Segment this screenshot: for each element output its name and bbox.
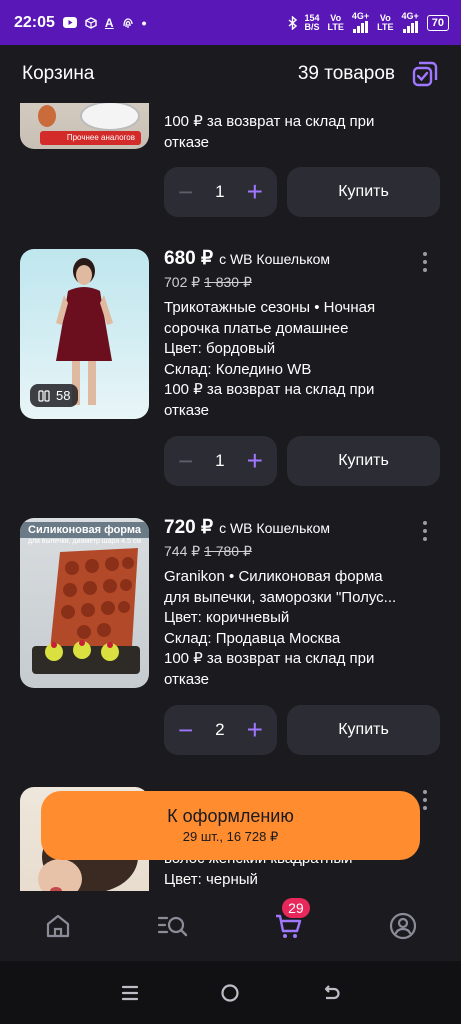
- youtube-icon: [62, 17, 77, 28]
- wallet-note: с WB Кошельком: [219, 520, 331, 536]
- return-note: 100 ₽ за возврат на склад при отказе: [164, 113, 375, 151]
- price-without-wallet: 744 ₽ 1 780 ₽: [164, 541, 404, 562]
- plus-icon[interactable]: +: [247, 178, 263, 206]
- price-row: 720 ₽ с WB Кошельком: [164, 517, 404, 539]
- price-regular: 744 ₽: [164, 542, 201, 559]
- product-info: 720 ₽ с WB Кошельком 744 ₽ 1 780 ₽ Grani…: [164, 517, 404, 690]
- checkout-label: К оформлению: [167, 806, 294, 826]
- fingerprint-icon: [122, 17, 133, 28]
- bottom-nav: 29: [0, 891, 461, 961]
- product-title[interactable]: Трикотажные сезоны • Ночная сорочка плать…: [164, 298, 404, 339]
- system-nav-bar: [0, 961, 461, 1024]
- system-status: 154 B/S Vo LTE 4G+ Vo LTE 4G+ 70: [288, 11, 449, 33]
- signal-bars-icon: [353, 21, 368, 33]
- product-info: 680 ₽ с WB Кошельком 702 ₽ 1 830 ₽ Трико…: [164, 248, 404, 421]
- image-subtitle: для выпечки, диаметр шара 4.5 см: [27, 538, 142, 545]
- price-row: 680 ₽ с WB Кошельком: [164, 248, 404, 270]
- recent-apps-icon[interactable]: [120, 983, 140, 1003]
- wallet-note: с WB Кошельком: [219, 251, 331, 267]
- bowl-shape: [80, 103, 140, 131]
- nav-home[interactable]: [38, 906, 78, 946]
- sim2-network: 4G+: [401, 11, 419, 21]
- sim1-network: 4G+: [351, 11, 370, 21]
- cart-list[interactable]: Прочнее аналогов 100 ₽ за возврат на скл…: [0, 103, 461, 891]
- notification-icons: A •: [62, 14, 147, 31]
- more-options-icon[interactable]: [418, 790, 432, 818]
- cart-count-badge: 29: [282, 898, 310, 918]
- checkout-summary: 29 шт., 16 728 ₽: [182, 829, 279, 844]
- sim1-volte: Vo LTE: [327, 13, 344, 32]
- price-without-wallet: 702 ₽ 1 830 ₽: [164, 272, 404, 293]
- quantity-stepper[interactable]: − 1 +: [164, 436, 277, 486]
- quantity-stepper[interactable]: − 2 +: [164, 705, 277, 755]
- buy-button[interactable]: Купить: [287, 167, 440, 217]
- bluetooth-icon: [288, 15, 297, 30]
- product-info: 100 ₽ за возврат на склад при отказе: [164, 112, 404, 153]
- product-color: Цвет: бордовый: [164, 340, 276, 357]
- nav-cart[interactable]: 29: [268, 898, 310, 946]
- price-old: 1 830 ₽: [204, 273, 252, 290]
- items-count: 39 товаров: [297, 63, 395, 84]
- product-image[interactable]: Прочнее аналогов: [20, 103, 149, 149]
- price: 720 ₽: [164, 517, 214, 538]
- product-image[interactable]: 58: [20, 249, 149, 419]
- product-color: Цвет: коричневый: [164, 609, 290, 626]
- signal-bars-icon: [402, 21, 418, 33]
- cart-header: Корзина 39 товаров: [0, 45, 461, 103]
- sim2-lte: LTE: [377, 21, 394, 32]
- more-options-icon[interactable]: [418, 252, 432, 280]
- net-speed-unit: B/S: [304, 21, 320, 32]
- product-warehouse: Склад: Коледино WB: [164, 360, 312, 378]
- product-image[interactable]: Силиконовая форма для выпечки, диаметр ш…: [20, 518, 149, 688]
- home-icon: [46, 914, 69, 938]
- return-note: 100 ₽ за возврат на склад при отказе: [164, 381, 375, 419]
- status-bar: 22:05 A • 154 B/S Vo LTE 4G+ Vo LTE 4G+ …: [0, 0, 461, 45]
- product-color: Цвет: черный: [164, 870, 258, 888]
- home-button-icon[interactable]: [220, 983, 240, 1003]
- quantity-value: 1: [215, 182, 225, 201]
- product-title[interactable]: Granikon • Силиконовая форма для выпечки,…: [164, 567, 404, 608]
- minus-icon[interactable]: −: [178, 717, 193, 743]
- net-speed: 154 B/S: [304, 13, 320, 32]
- sim2-signal: 4G+: [401, 11, 419, 33]
- package-icon: [85, 16, 97, 29]
- egg-shape: [38, 105, 56, 127]
- photo-count: 58: [56, 388, 71, 403]
- plus-icon[interactable]: +: [247, 716, 263, 744]
- more-options-icon[interactable]: [418, 521, 432, 549]
- quantity-value: 1: [215, 451, 225, 470]
- photo-count-badge: 58: [30, 384, 79, 407]
- product-image-banner: Прочнее аналогов: [40, 131, 141, 145]
- catalog-search-icon: [157, 916, 188, 937]
- product-warehouse: Склад: Продавца Москва: [164, 629, 341, 647]
- sim2-volte: Vo LTE: [377, 13, 394, 32]
- nav-profile[interactable]: [383, 906, 423, 946]
- nav-catalog[interactable]: [153, 906, 193, 946]
- back-icon[interactable]: [321, 983, 341, 1003]
- battery-icon: 70: [426, 14, 449, 31]
- plus-icon[interactable]: +: [247, 447, 263, 475]
- minus-icon[interactable]: −: [178, 179, 193, 205]
- photos-icon: [38, 389, 50, 402]
- sim1-lte: LTE: [327, 21, 344, 32]
- minus-icon[interactable]: −: [178, 448, 193, 474]
- status-time: 22:05: [14, 13, 55, 31]
- buy-button[interactable]: Купить: [287, 436, 440, 486]
- profile-icon: [390, 912, 417, 940]
- image-title-banner: Силиконовая форма: [20, 522, 149, 538]
- return-note: 100 ₽ за возврат на склад при отказе: [164, 650, 375, 688]
- price: 680 ₽: [164, 248, 214, 269]
- select-all-icon[interactable]: [411, 60, 439, 88]
- quantity-value: 2: [215, 720, 225, 739]
- dot-icon: •: [141, 14, 147, 31]
- sim1-signal: 4G+: [352, 12, 369, 33]
- price-old: 1 780 ₽: [204, 542, 252, 559]
- font-a-icon: A: [104, 15, 114, 30]
- checkout-button[interactable]: К оформлению 29 шт., 16 728 ₽: [41, 791, 420, 860]
- buy-button[interactable]: Купить: [287, 705, 440, 755]
- page-title: Корзина: [22, 63, 95, 84]
- quantity-stepper[interactable]: − 1 +: [164, 167, 277, 217]
- price-regular: 702 ₽: [164, 273, 201, 290]
